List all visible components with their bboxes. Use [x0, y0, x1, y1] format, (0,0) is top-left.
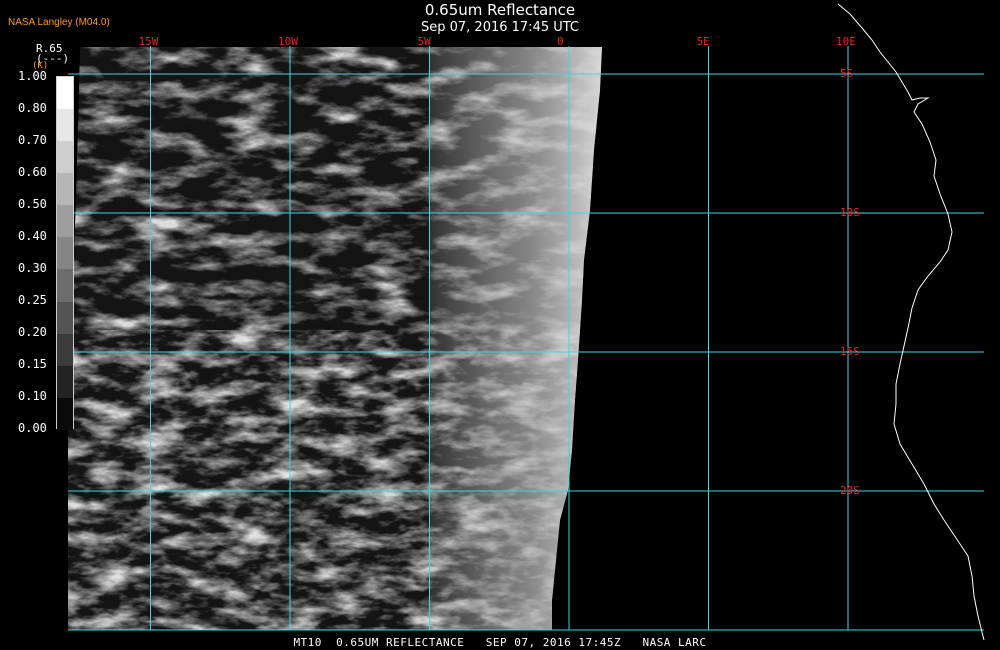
longitude-label: 0 — [557, 35, 564, 48]
color-scale-label: 1.00 — [18, 69, 47, 83]
color-scale-bar — [56, 76, 74, 430]
color-scale-segment — [57, 109, 73, 142]
latitude-label: 20S — [840, 484, 860, 497]
color-scale-segment — [57, 397, 73, 430]
image-timestamp: Sep 07, 2016 17:45 UTC — [420, 20, 580, 35]
satellite-imagery — [68, 47, 602, 630]
color-scale-segment — [57, 237, 73, 270]
color-scale-segment — [57, 173, 73, 206]
color-scale-label: 0.70 — [18, 133, 47, 147]
longitude-label: 10E — [836, 35, 856, 48]
color-scale-segment — [57, 205, 73, 238]
satellite-image-viewer: 0.65um Reflectance Sep 07, 2016 17:45 UT… — [0, 0, 1000, 650]
color-scale-label: 0.50 — [18, 197, 47, 211]
color-scale-segment — [57, 365, 73, 398]
color-scale-label: 0.25 — [18, 293, 47, 307]
color-scale-label: 0.40 — [18, 229, 47, 243]
latitude-label: 15S — [840, 345, 860, 358]
color-scale-label: 0.15 — [18, 357, 47, 371]
footer-caption: MT10 0.65UM REFLECTANCE SEP 07, 2016 17:… — [293, 636, 707, 649]
color-scale-segment — [57, 333, 73, 366]
color-scale-segment — [57, 77, 73, 110]
color-scale-label: 0.00 — [18, 421, 47, 435]
latitude-label: 5S — [840, 67, 854, 80]
color-scale-label: 0.80 — [18, 101, 47, 115]
color-scale-segment — [57, 301, 73, 334]
coastline — [837, 3, 985, 641]
producer-label: NASA Langley (M04.0) — [8, 17, 110, 28]
latitude-label: 10S — [840, 206, 860, 219]
color-scale-label: 0.10 — [18, 389, 47, 403]
image-title: 0.65um Reflectance — [424, 1, 576, 19]
color-scale-label: 0.20 — [18, 325, 47, 339]
longitude-label: 15W — [138, 35, 159, 48]
color-scale-label: 0.30 — [18, 261, 47, 275]
color-scale-segment — [57, 141, 73, 174]
longitude-label: 5E — [696, 35, 710, 48]
reflectance-map — [68, 3, 985, 641]
longitude-label: 5W — [417, 35, 431, 48]
longitude-label: 10W — [278, 35, 298, 48]
color-scale-label: 0.60 — [18, 165, 47, 179]
color-scale-segment — [57, 269, 73, 302]
